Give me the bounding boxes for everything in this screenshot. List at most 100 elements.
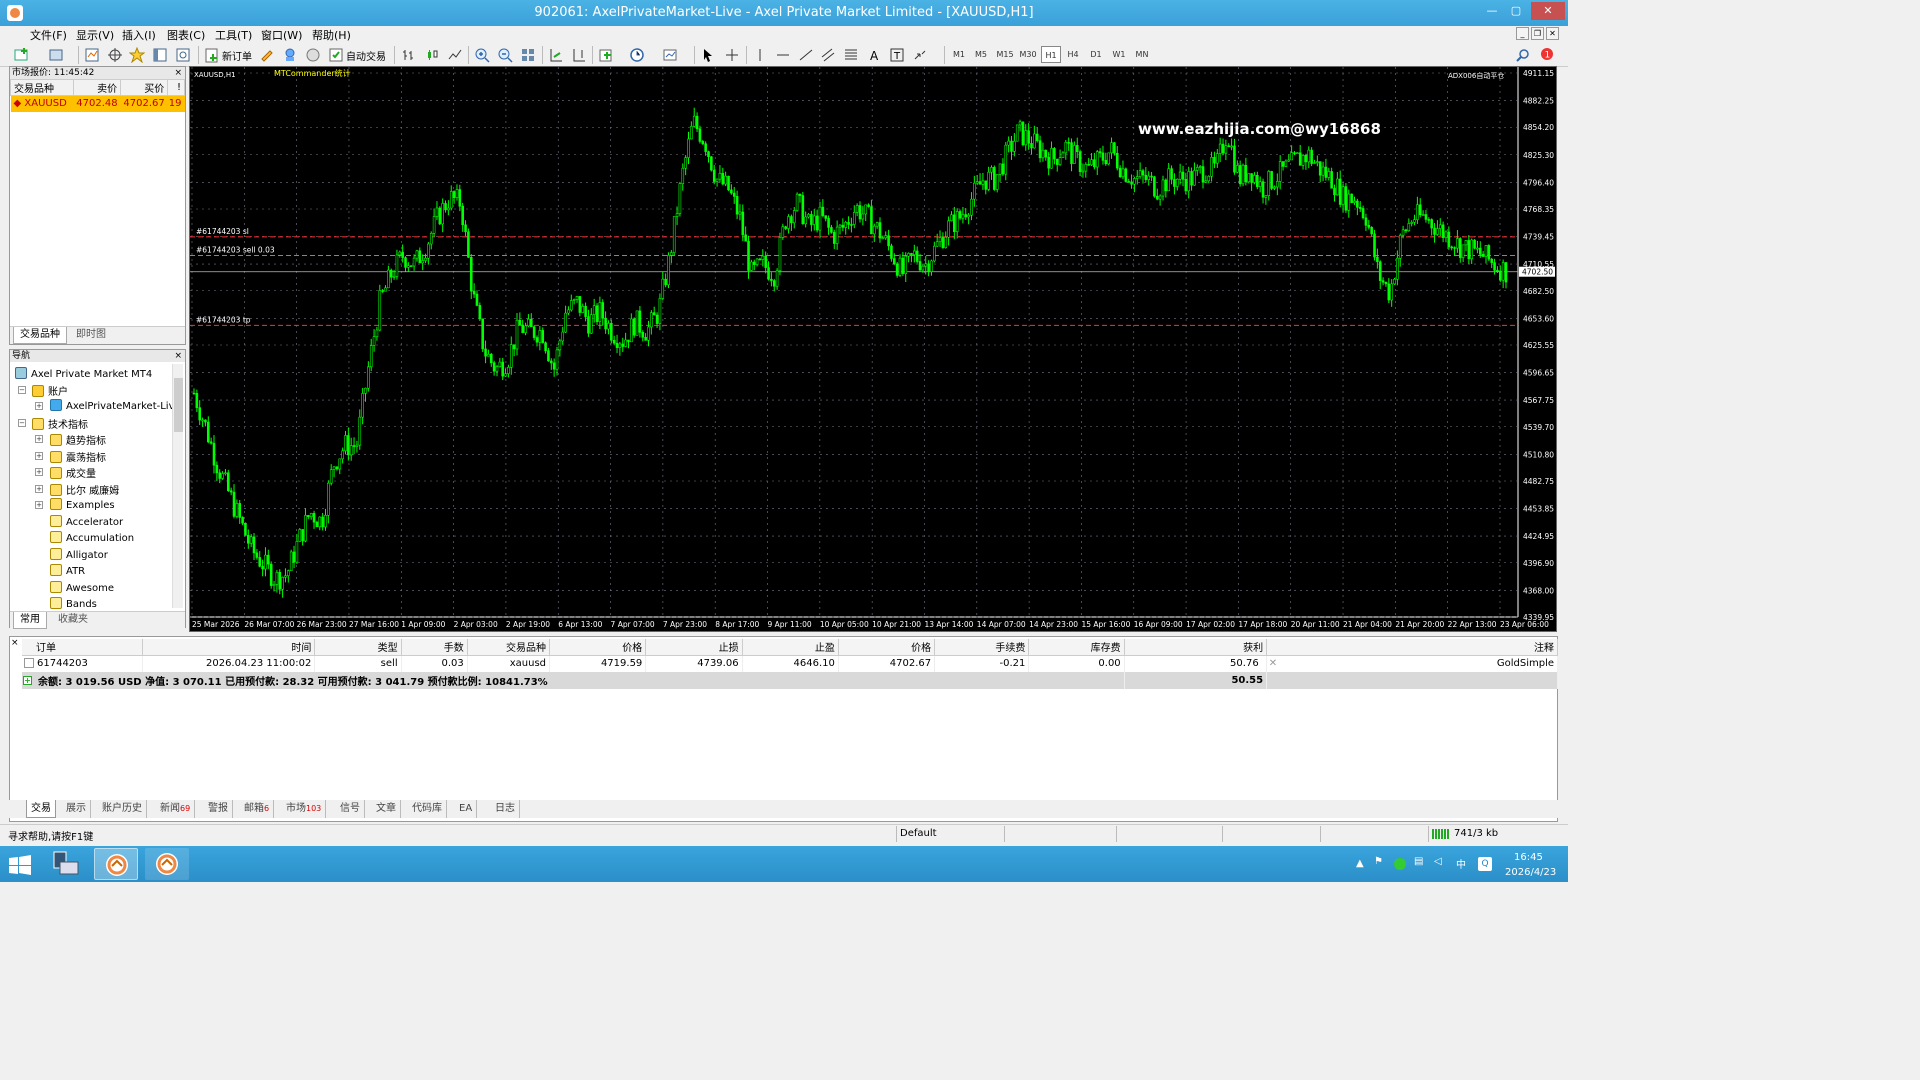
ime-icon[interactable]: 中 [1456,856,1466,871]
templates-icon[interactable] [662,47,678,63]
expand-icon[interactable]: + [35,451,43,460]
notification-icon[interactable]: 1 [1538,47,1554,63]
close-button[interactable]: ✕ [1531,2,1565,20]
chart-shift-icon[interactable] [571,47,587,63]
new-order-icon[interactable] [204,47,220,63]
flag-icon[interactable]: ⚑ [1374,856,1383,867]
metaeditor-icon[interactable] [259,47,275,63]
status-profile[interactable]: Default [900,828,937,839]
terminal-tab[interactable]: 邮箱6 [240,800,275,818]
tf-d1-button[interactable]: D1 [1086,46,1106,63]
col-header[interactable]: 时间 [142,639,316,656]
tf-h1-button[interactable]: H1 [1041,46,1061,63]
data-window-icon[interactable] [107,47,123,63]
tf-h4-button[interactable]: H4 [1063,46,1083,63]
mdi-restore-button[interactable]: ❐ [1531,27,1544,40]
nav-account-item[interactable]: AxelPrivateMarket-Liv [50,399,175,412]
experts-icon[interactable] [282,47,298,63]
cursor-icon[interactable] [700,47,716,63]
zoom-out-icon[interactable] [497,47,513,63]
collapse-icon[interactable]: − [18,419,26,427]
market-watch-row[interactable]: ◆ XAUUSD 4702.48 4702.67 19 [10,95,185,112]
mdi-close-button[interactable]: ✕ [1546,27,1559,40]
tab-symbols[interactable]: 交易品种 [13,327,67,344]
terminal-tab[interactable]: 日志 [491,800,520,818]
table-row[interactable]: 61744203 2026.04.23 11:00:02 sell 0.03 x… [22,655,1558,672]
taskbar-app-mt4-active[interactable] [94,848,138,880]
nav-root[interactable]: Axel Private Market MT4 [15,367,152,380]
bar-chart-icon[interactable] [401,47,417,63]
expand-icon[interactable]: + [35,484,43,493]
col-header[interactable]: 库存费 [1028,639,1125,656]
menu-help[interactable]: 帮助(H) [312,27,351,43]
text-icon[interactable]: A [866,47,882,63]
nav-folder-item[interactable]: Examples [50,498,115,511]
zoom-in-icon[interactable] [474,47,490,63]
market-watch-icon[interactable] [84,47,100,63]
arrows-icon[interactable] [912,47,928,63]
auto-trading-button[interactable]: 自动交易 [346,48,386,63]
search-icon[interactable] [1515,47,1531,63]
close-icon[interactable]: × [11,638,19,648]
collapse-icon[interactable]: − [18,386,26,394]
auto-trading-icon[interactable] [328,47,344,63]
close-icon[interactable]: × [174,350,182,362]
nav-indicator-item[interactable]: ATR [50,564,85,577]
col-spread[interactable]: ! [167,79,185,96]
menu-view[interactable]: 显示(V) [76,27,114,43]
tf-m1-button[interactable]: M1 [950,46,968,63]
tf-mn-button[interactable]: MN [1131,46,1153,63]
crosshair-icon[interactable] [724,47,740,63]
nav-accounts[interactable]: 账户 [32,383,68,398]
taskbar-app-mt4[interactable] [145,848,189,880]
menu-charts[interactable]: 图表(C) [167,27,205,43]
col-header[interactable]: 止损 [645,639,743,656]
close-icon[interactable]: × [174,67,182,79]
vertical-line-icon[interactable] [752,47,768,63]
terminal-tab[interactable]: 警报 [204,800,233,818]
col-header[interactable]: 订单 [22,639,143,656]
menu-file[interactable]: 文件(F) [30,27,67,43]
auto-scroll-icon[interactable] [548,47,564,63]
navigator-icon[interactable] [128,46,146,64]
expand-icon[interactable]: + [35,468,43,476]
expand-icon[interactable]: + [35,435,43,443]
terminal-tab[interactable]: 展示 [62,800,91,818]
title-bar[interactable]: 902061: AxelPrivateMarket-Live - Axel Pr… [0,0,1568,26]
terminal-tab[interactable]: 信号 [336,800,365,818]
new-chart-icon[interactable] [14,47,30,63]
col-header[interactable]: 手数 [401,639,468,656]
tab-favorites[interactable]: 收藏夹 [52,612,94,629]
horizontal-line-icon[interactable] [775,47,791,63]
text-label-icon[interactable]: T [889,47,905,63]
tf-m5-button[interactable]: M5 [972,46,990,63]
new-order-button[interactable]: 新订单 [222,48,252,63]
channel-icon[interactable] [820,47,836,63]
clock-date[interactable]: 2026/4/23 [1505,867,1556,878]
tray-app-icon[interactable] [1394,858,1406,870]
indicators-icon[interactable] [598,47,614,63]
nav-folder-item[interactable]: 趋势指标 [50,432,106,447]
terminal-tab[interactable]: 文章 [372,800,401,818]
nav-folder-item[interactable]: 比尔 威廉姆 [50,482,119,497]
close-order-icon[interactable]: ✕ [1269,658,1277,669]
col-header[interactable]: 交易品种 [467,639,551,656]
terminal-tab[interactable]: 代码库 [408,800,447,818]
fibonacci-icon[interactable] [843,47,859,63]
nav-indicator-item[interactable]: Alligator [50,547,108,561]
nav-folder-item[interactable]: 成交量 [50,465,96,480]
minimize-button[interactable]: — [1479,2,1505,20]
col-bid[interactable]: 卖价 [72,79,122,96]
nav-indicator-item[interactable]: Accelerator [50,514,123,528]
tray-expand-icon[interactable]: ▲ [1356,858,1364,869]
nav-indicator-item[interactable]: Accumulation [50,531,134,544]
nav-indicators[interactable]: 技术指标 [32,416,88,431]
terminal-tab[interactable]: 账户历史 [98,800,147,818]
menu-tools[interactable]: 工具(T) [215,27,252,43]
nav-indicator-item[interactable]: Awesome [50,580,114,594]
expand-icon[interactable]: + [35,501,43,509]
maximize-button[interactable]: ▢ [1503,2,1529,20]
start-button[interactable] [9,855,31,878]
trendline-icon[interactable] [798,47,814,63]
network-icon[interactable]: ▤ [1414,856,1423,867]
